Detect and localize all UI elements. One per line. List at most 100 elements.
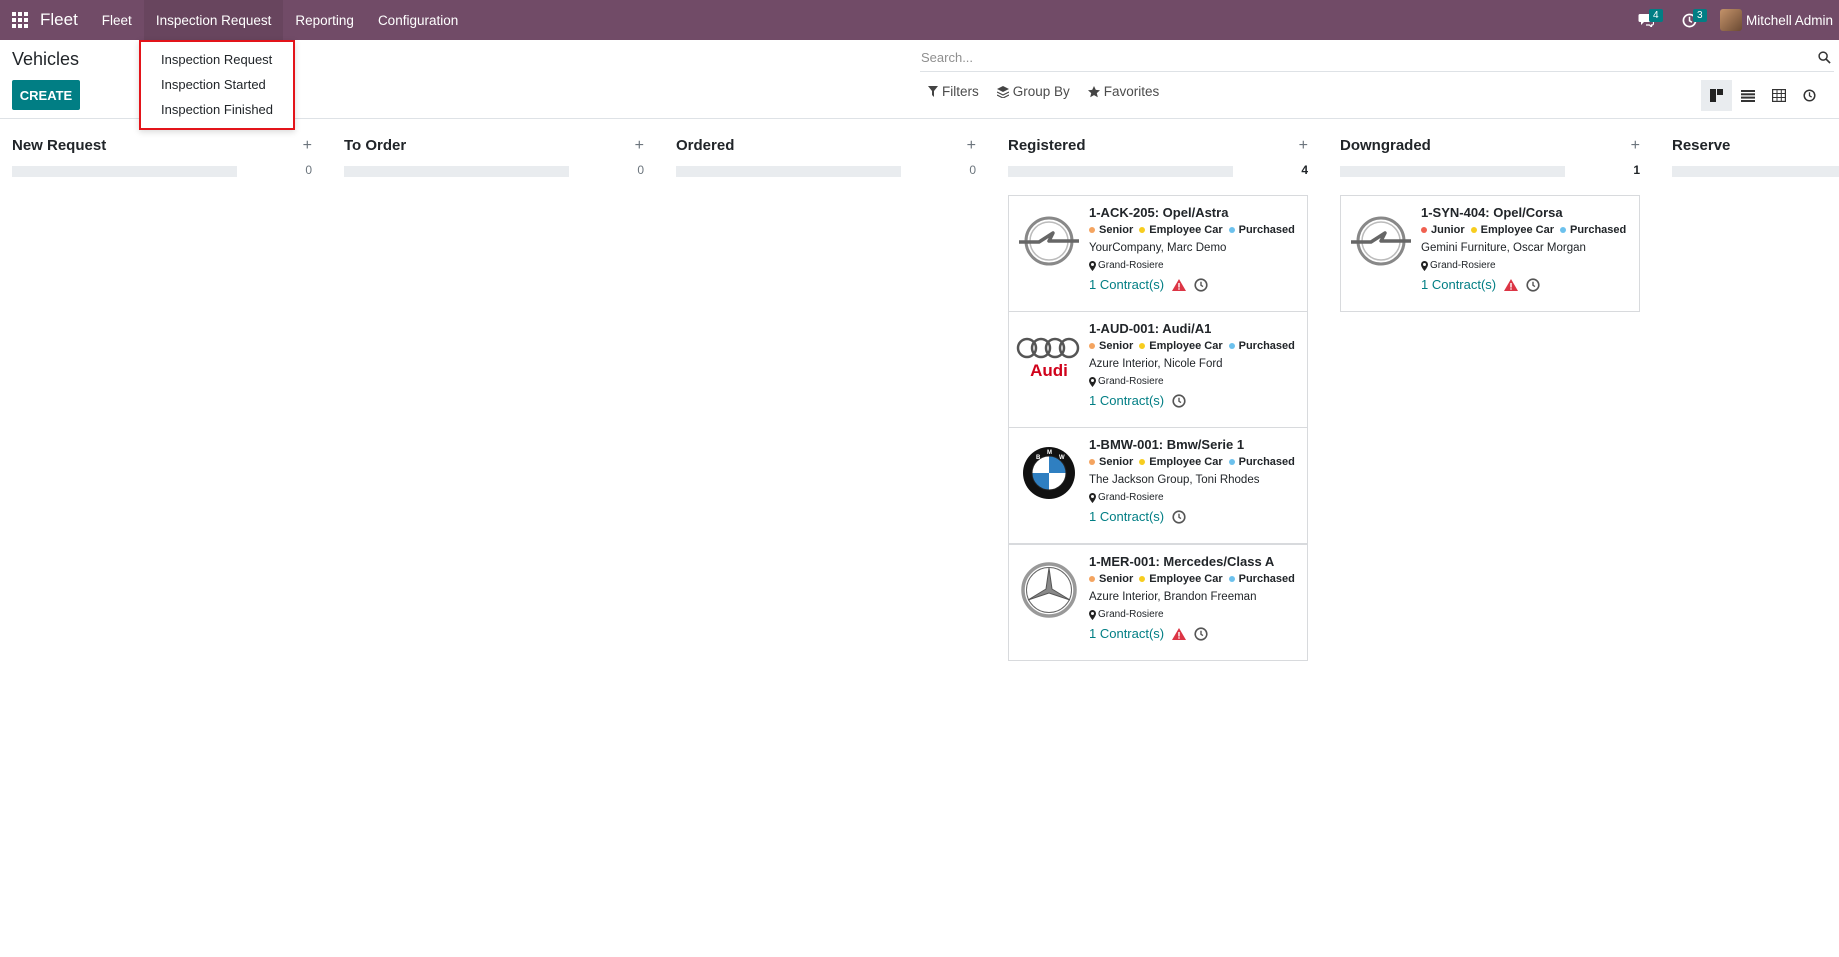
activity-clock-icon[interactable] (1194, 277, 1208, 292)
filter-icon (928, 86, 938, 97)
audi-logo-icon: Audi (1016, 324, 1082, 390)
opel-logo-icon (1016, 208, 1082, 274)
activity-view-button[interactable] (1794, 80, 1825, 111)
groupby-label: Group By (1012, 84, 1070, 99)
inspection-request-dropdown: Inspection Request Inspection Started In… (139, 40, 295, 130)
messages-count-badge: 4 (1648, 9, 1663, 22)
vehicle-card[interactable]: 1-MER-001: Mercedes/Class A Senior Emplo… (1008, 544, 1308, 661)
user-menu[interactable]: Mitchell Admin (1712, 9, 1839, 31)
column-title: Registered (1008, 137, 1086, 154)
vehicle-card[interactable]: Audi 1-AUD-001: Audi/A1 Senior Employee … (1008, 311, 1308, 428)
vehicle-driver: Gemini Furniture, Oscar Morgan (1421, 242, 1586, 254)
column-count: 0 (305, 163, 312, 177)
column-progress-bar (1672, 166, 1839, 177)
column-add-button[interactable]: + (1299, 137, 1308, 155)
activity-clock-icon[interactable] (1172, 393, 1186, 408)
column-add-button[interactable]: + (303, 137, 312, 155)
menu-configuration[interactable]: Configuration (366, 0, 470, 40)
menu-reporting[interactable]: Reporting (283, 0, 366, 40)
activities-button[interactable]: 3 (1668, 0, 1712, 40)
menu-inspection-request[interactable]: Inspection Request (143, 0, 284, 40)
user-name: Mitchell Admin (1745, 12, 1833, 28)
favorites-button[interactable]: Favorites (1087, 84, 1159, 99)
column-count: 4 (1301, 163, 1308, 177)
dropdown-item-inspection-request[interactable]: Inspection Request (141, 47, 293, 72)
vehicle-name: 1-BMW-001: Bmw/Serie 1 (1089, 437, 1245, 452)
kanban-view-button[interactable] (1701, 80, 1732, 111)
vehicle-location: Grand-Rosiere (1089, 492, 1301, 503)
svg-text:W: W (1059, 455, 1065, 461)
column-add-button[interactable]: + (635, 137, 644, 155)
column-title: Downgraded (1340, 137, 1431, 154)
bmw-logo-icon: BM W (1016, 440, 1082, 506)
contracts-link[interactable]: 1 Contract(s) (1089, 626, 1164, 641)
column-add-button[interactable]: + (967, 137, 976, 155)
tag-purchased: Purchased (1228, 224, 1295, 236)
list-icon (1740, 89, 1755, 102)
page-title: Vehicles (12, 49, 80, 69)
vehicle-card[interactable]: BM W 1-BMW-001: Bmw/Serie 1 Senior Employ… (1008, 427, 1308, 544)
search-input[interactable]: Search... (920, 50, 1814, 65)
dropdown-item-inspection-started[interactable]: Inspection Started (141, 72, 293, 97)
vehicle-card[interactable]: 1-SYN-404: Opel/Corsa Junior Employee Ca… (1340, 195, 1640, 312)
tag-employee-car: Employee Car (1139, 224, 1223, 236)
activity-clock-icon[interactable] (1194, 626, 1208, 641)
vehicle-name: 1-ACK-205: Opel/Astra (1089, 205, 1229, 220)
search-icon[interactable] (1814, 48, 1834, 68)
column-title: Reserve (1672, 137, 1731, 154)
search-bar[interactable]: Search... (920, 44, 1834, 72)
apps-menu-icon[interactable] (0, 0, 40, 40)
list-view-button[interactable] (1732, 80, 1763, 111)
svg-text:M: M (1047, 450, 1052, 456)
column-progress-bar (676, 166, 901, 177)
avatar (1719, 9, 1742, 31)
filters-button[interactable]: Filters (928, 84, 979, 99)
vehicle-tags: Senior Employee Car Purchased (1089, 224, 1301, 236)
app-brand[interactable]: Fleet (40, 10, 90, 30)
vehicle-tags: Junior Employee Car Purchased (1421, 224, 1633, 236)
groupby-button[interactable]: Group By (996, 84, 1070, 99)
kanban-board: New Request + 0 To Order + 0 Ordered + 0… (0, 120, 1839, 957)
contracts-link[interactable]: 1 Contract(s) (1089, 393, 1164, 408)
vehicle-driver: Azure Interior, Brandon Freeman (1089, 591, 1257, 603)
svg-text:Audi: Audi (1030, 361, 1068, 380)
vehicle-driver: The Jackson Group, Toni Rhodes (1089, 474, 1260, 486)
kanban-column-registered: Registered + 4 1-ACK-205: Opel/Astra Sen… (1008, 120, 1308, 680)
dropdown-item-inspection-finished[interactable]: Inspection Finished (141, 97, 293, 122)
vehicle-tags: Senior Employee Car Purchased (1089, 573, 1301, 585)
vehicle-card[interactable]: 1-ACK-205: Opel/Astra Senior Employee Ca… (1008, 195, 1308, 312)
column-count: 1 (1633, 163, 1640, 177)
map-marker-icon (1089, 492, 1096, 503)
activity-clock-icon[interactable] (1172, 509, 1186, 524)
tag-purchased: Purchased (1228, 573, 1295, 585)
vehicle-name: 1-MER-001: Mercedes/Class A (1089, 554, 1275, 569)
contracts-link[interactable]: 1 Contract(s) (1089, 277, 1164, 292)
contracts-link[interactable]: 1 Contract(s) (1421, 277, 1496, 292)
tag-purchased: Purchased (1560, 224, 1626, 236)
top-navbar: Fleet Fleet Inspection Request Reporting… (0, 0, 1839, 40)
messages-button[interactable]: 4 (1624, 0, 1668, 40)
tag-senior: Senior (1089, 456, 1133, 468)
kanban-icon (1710, 89, 1723, 102)
search-options: Filters Group By Favorites (928, 84, 1159, 99)
opel-logo-icon (1348, 208, 1414, 274)
contracts-link[interactable]: 1 Contract(s) (1089, 509, 1164, 524)
menu-fleet[interactable]: Fleet (90, 0, 144, 40)
tag-junior: Junior (1421, 224, 1465, 236)
warning-icon (1172, 278, 1187, 291)
activity-clock-icon[interactable] (1526, 277, 1540, 292)
column-title: New Request (12, 137, 107, 154)
activities-count-badge: 3 (1692, 9, 1707, 22)
column-add-button[interactable]: + (1631, 137, 1640, 155)
mercedes-logo-icon (1016, 557, 1082, 623)
star-icon (1087, 85, 1100, 97)
vehicle-location: Grand-Rosiere (1089, 260, 1301, 271)
filters-label: Filters (942, 84, 979, 99)
kanban-column-reserve: Reserve (1672, 120, 1839, 190)
layers-icon (996, 85, 1009, 98)
tag-purchased: Purchased (1228, 456, 1295, 468)
kanban-column-downgraded: Downgraded + 1 1-SYN-404: Opel/Corsa Jun… (1340, 120, 1640, 320)
create-button[interactable]: CREATE (12, 80, 80, 110)
column-progress-bar (1008, 166, 1233, 177)
pivot-view-button[interactable] (1763, 80, 1794, 111)
